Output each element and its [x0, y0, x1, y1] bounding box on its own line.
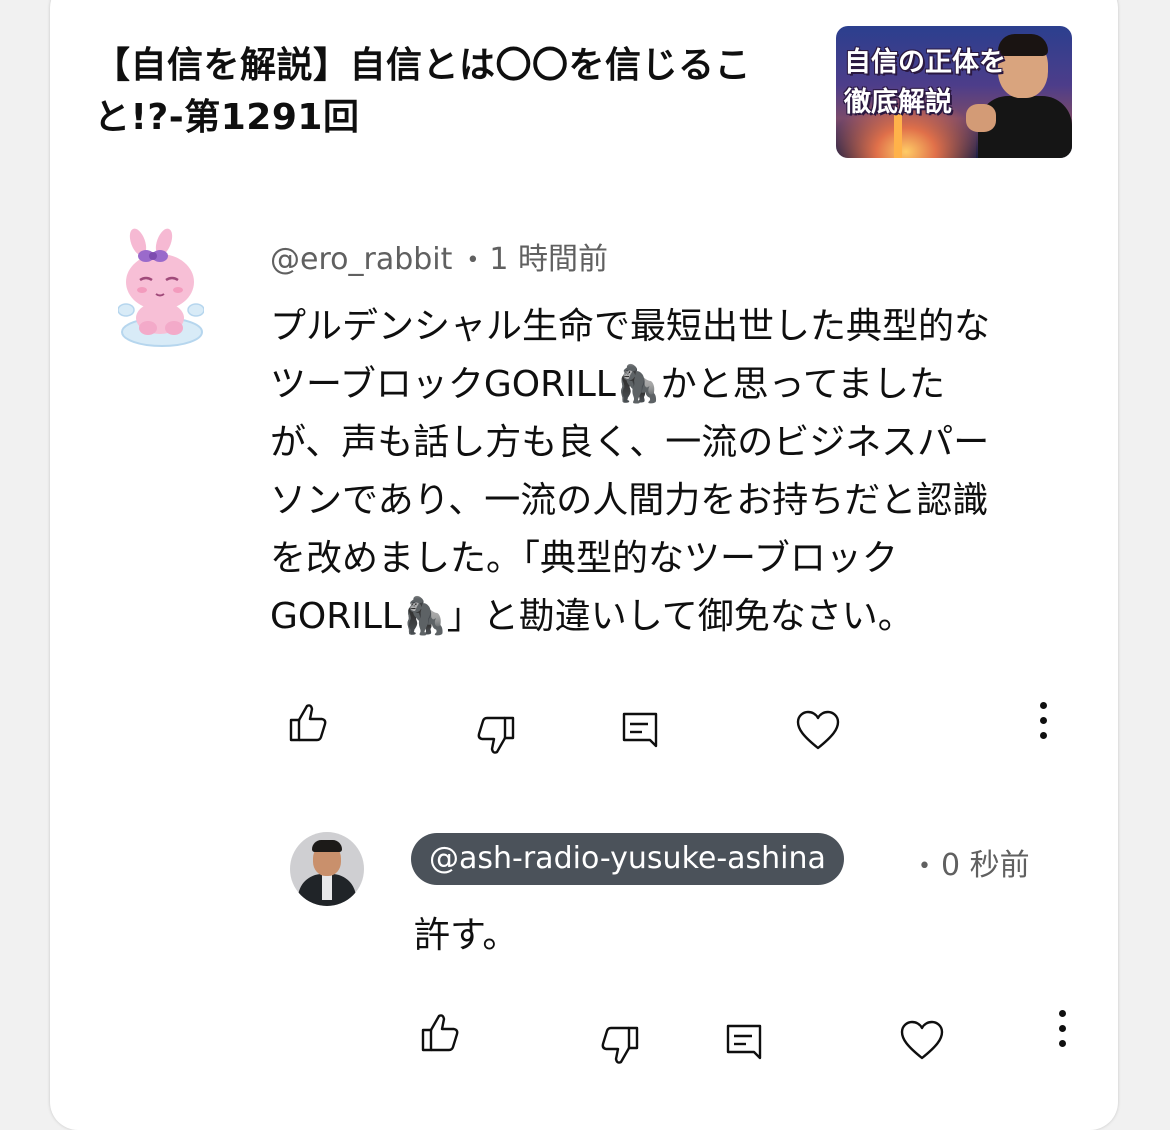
reply-dislike-button[interactable]: [596, 1022, 642, 1068]
video-title-line2: と!?-第1291回: [94, 97, 360, 138]
meta-separator-dot: •: [918, 854, 931, 879]
comment-meta: @ero_rabbit • 1 時間前: [270, 234, 608, 278]
heart-icon: [796, 710, 840, 750]
dislike-button[interactable]: [472, 712, 518, 758]
like-button[interactable]: [286, 700, 332, 746]
reply-meta: • 0 秒前: [918, 840, 1030, 884]
reply-comment-icon: [622, 712, 658, 748]
meta-separator-dot: •: [466, 248, 480, 273]
comment-line: GORILL🦍」と勘違いして御免なさい。: [270, 596, 914, 637]
comment-line: ソンであり、一流の人間力をお持ちだと認識: [270, 480, 989, 521]
reply-body: 許す。: [414, 915, 519, 956]
thumbnail-tower: [894, 114, 902, 158]
video-thumbnail[interactable]: 自信の正体を 徹底解説: [836, 26, 1072, 158]
thumbnail-text-line2: 徹底解説: [844, 87, 952, 118]
thumbnail-text-line1: 自信の正体を: [844, 47, 1006, 78]
reply-comment-icon: [726, 1024, 762, 1060]
heart-icon: [900, 1020, 944, 1060]
thumbs-up-icon: [289, 704, 327, 742]
commenter-avatar[interactable]: [117, 228, 205, 350]
reply-button[interactable]: [618, 708, 664, 754]
comment-time: 1 時間前: [489, 242, 608, 277]
thumbs-down-icon: [477, 716, 515, 754]
heart-button[interactable]: [795, 708, 841, 754]
video-title-line1: 【自信を解説】自信とは〇〇を信じるこ: [94, 45, 752, 86]
thumbs-up-icon: [421, 1014, 459, 1052]
more-vertical-icon: [1056, 1010, 1068, 1047]
reply-author-handle[interactable]: @ash-radio-yusuke-ashina: [411, 833, 844, 885]
reply-author-avatar[interactable]: [290, 832, 364, 906]
comment-author[interactable]: @ero_rabbit: [270, 242, 452, 277]
thumbs-down-icon: [601, 1026, 639, 1064]
reply-time: 0 秒前: [940, 848, 1030, 883]
comment-line: を改めました。「典型的なツーブロック: [270, 538, 898, 579]
reply-heart-button[interactable]: [899, 1018, 945, 1064]
comment-line: ツーブロックGORILL🦍かと思ってました: [270, 364, 946, 405]
comment-line: プルデンシャル生命で最短出世した典型的な: [270, 306, 991, 347]
reply-reply-button[interactable]: [722, 1020, 768, 1066]
video-title[interactable]: 【自信を解説】自信とは〇〇を信じるこ と!?-第1291回: [94, 40, 794, 144]
reply-like-button[interactable]: [418, 1010, 464, 1056]
more-vertical-icon: [1037, 702, 1049, 739]
reply-more-button[interactable]: [1056, 1010, 1068, 1050]
comment-more-button[interactable]: [1037, 702, 1049, 742]
comment-line: が、声も話し方も良く、一流のビジネスパー: [270, 422, 990, 463]
comment-body: プルデンシャル生命で最短出世した典型的な ツーブロックGORILL🦍かと思ってま…: [270, 298, 1070, 646]
